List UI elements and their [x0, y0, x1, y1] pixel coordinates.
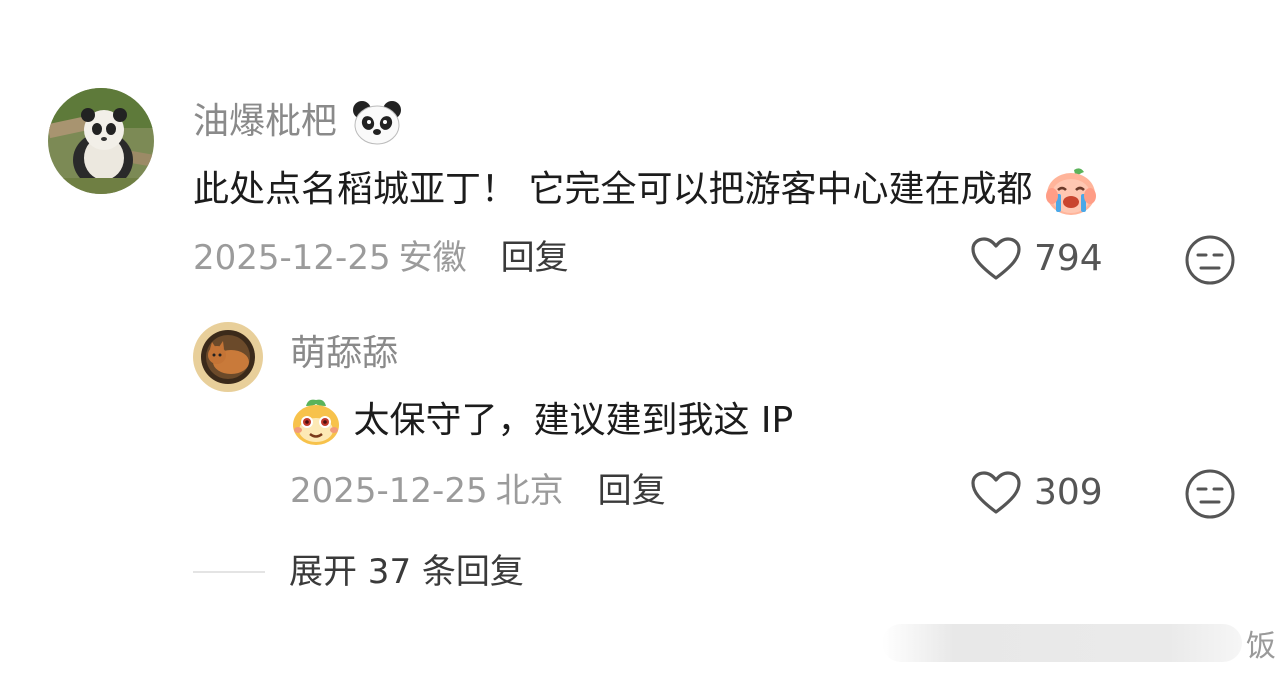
comment-date: 2025-12-25	[193, 238, 391, 278]
reply-username[interactable]: 萌舔舔	[290, 334, 398, 374]
comment-text[interactable]: 此处点名稻城亚丁！ 它完全可以把游客中心建在成都	[193, 166, 1098, 216]
expand-replies-button[interactable]: 展开 37 条回复	[193, 552, 524, 592]
like-count: 794	[1034, 238, 1103, 279]
heart-icon	[971, 237, 1021, 280]
reply-dislike-button[interactable]	[1184, 468, 1236, 524]
cat-photo	[193, 322, 263, 392]
comment-location: 安徽	[398, 238, 467, 278]
peach-face-emoji-icon	[290, 398, 342, 446]
reply-button[interactable]: 回复	[501, 238, 569, 278]
avatar[interactable]	[48, 88, 154, 194]
panda-photo	[48, 88, 154, 194]
reply-avatar[interactable]	[193, 322, 263, 392]
dislike-button[interactable]	[1184, 234, 1236, 290]
divider	[193, 571, 265, 573]
reply-reply-button[interactable]: 回复	[598, 471, 666, 511]
reply-meta: 2025-12-25 北京 回复	[290, 471, 666, 511]
neutral-face-icon	[1185, 469, 1235, 519]
heart-icon	[971, 471, 1021, 514]
blurred-watermark	[882, 624, 1242, 662]
reply-like-count: 309	[1034, 472, 1103, 513]
comment-body: 此处点名稻城亚丁！ 它完全可以把游客中心建在成都	[193, 169, 1033, 210]
comment-username[interactable]: 油爆枇杷	[193, 100, 402, 146]
comment-meta: 2025-12-25 安徽 回复	[193, 238, 569, 278]
reply-body: 太保守了，建议建到我这 IP	[353, 400, 794, 441]
reply-like-button[interactable]: 309	[970, 470, 1103, 516]
neutral-face-icon	[1185, 235, 1235, 285]
reply-text[interactable]: 太保守了，建议建到我这 IP	[290, 398, 793, 446]
watermark: 饭	[882, 621, 1276, 665]
like-button[interactable]: 794	[970, 236, 1103, 282]
reply-date: 2025-12-25	[290, 471, 488, 511]
watermark-text: 饭	[1246, 629, 1276, 664]
panda-face-icon	[352, 100, 402, 146]
reply-location: 北京	[495, 471, 564, 511]
expand-replies-label: 展开 37 条回复	[289, 552, 524, 592]
username-text: 油爆枇杷	[193, 101, 338, 142]
crying-peach-emoji-icon	[1044, 166, 1098, 216]
